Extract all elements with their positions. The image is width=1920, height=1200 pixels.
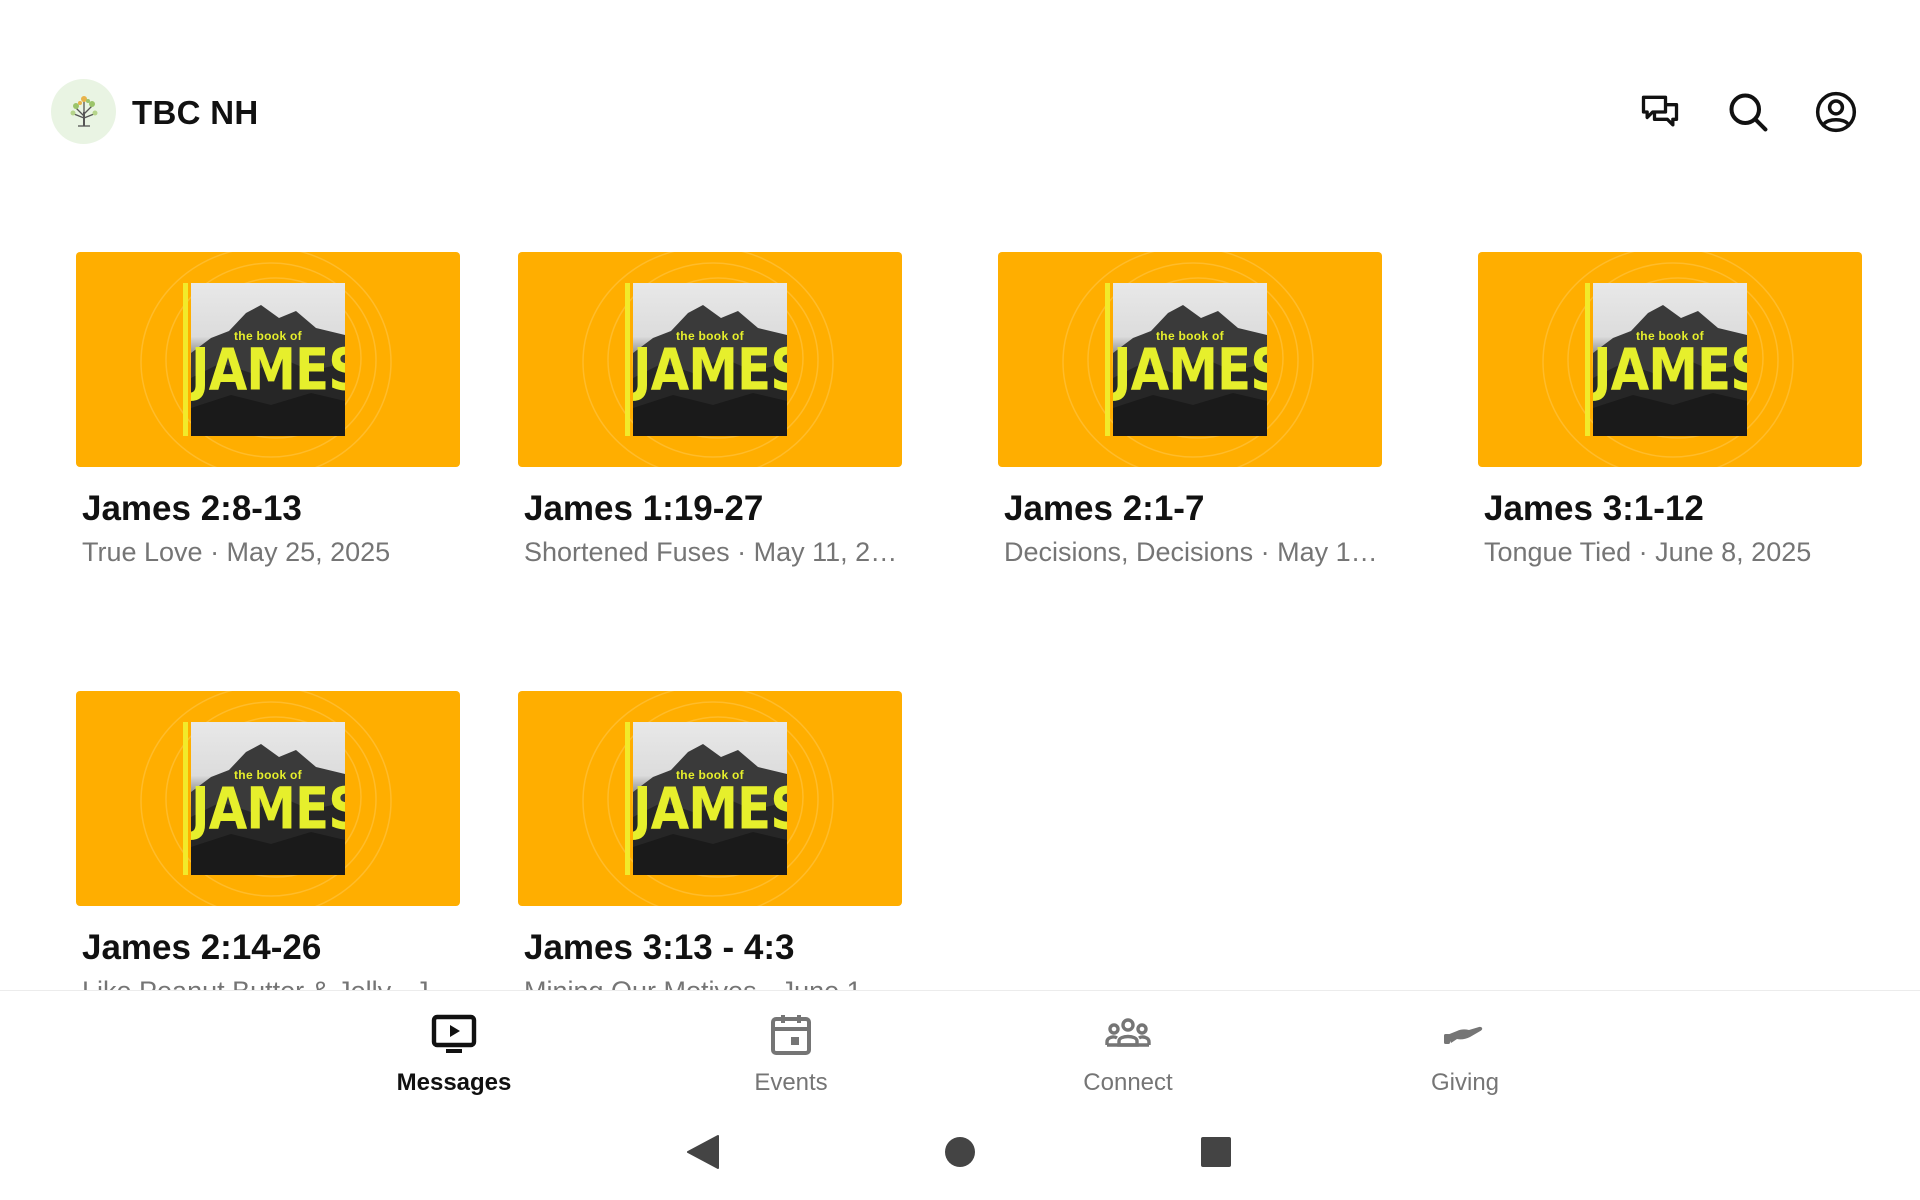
message-title: James 1:19-27	[524, 489, 764, 528]
book-cover: the book ofJAMES	[191, 722, 345, 875]
message-title: James 3:1-12	[1484, 489, 1704, 528]
cover-title: JAMES	[1593, 336, 1747, 404]
system-home-button[interactable]	[940, 1132, 980, 1172]
message-thumbnail: the book ofJAMES	[998, 252, 1382, 467]
message-card[interactable]: the book ofJAMES James 3:1-12 Tongue Tied …	[1478, 252, 1862, 568]
hand-icon	[1444, 1026, 1483, 1044]
message-subtitle: Like Peanut Butter & Jelly · June 1, 202…	[82, 976, 458, 990]
message-card[interactable]: the book ofJAMES James 1:19-27 Shortened F…	[518, 252, 902, 568]
message-thumbnail: the book ofJAMES	[76, 691, 460, 906]
nav-giving[interactable]: Giving	[1365, 1011, 1565, 1097]
system-recents-button[interactable]	[1196, 1132, 1236, 1172]
search-icon	[1729, 93, 1768, 132]
book-cover: the book ofJAMES	[191, 283, 345, 436]
message-thumbnail: the book ofJAMES	[1478, 252, 1862, 467]
nav-messages[interactable]: Messages	[354, 1011, 554, 1097]
message-thumbnail: the book ofJAMES	[76, 252, 460, 467]
account-button[interactable]	[1812, 88, 1860, 136]
nav-messages-label: Messages	[396, 1069, 512, 1096]
cover-title: JAMES	[1113, 336, 1267, 404]
cover-title: JAMES	[633, 336, 787, 404]
tree-logo-icon	[70, 95, 97, 127]
chat-icon	[1641, 95, 1679, 127]
message-card[interactable]: the book ofJAMES James 2:8-13 True Love · …	[76, 252, 460, 568]
message-thumbnail: the book ofJAMES	[518, 691, 902, 906]
cover-title: JAMES	[191, 336, 345, 404]
bottom-navigation: Messages Events Connect Giving	[0, 990, 1920, 1101]
people-icon	[1105, 1018, 1151, 1047]
message-card[interactable]: the book ofJAMES James 3:13 - 4:3 Mining O…	[518, 691, 902, 990]
cover-title: JAMES	[191, 775, 345, 843]
home-circle-icon	[945, 1137, 975, 1167]
message-title: James 2:1-7	[1004, 489, 1205, 528]
church-logo[interactable]	[51, 79, 116, 144]
tv-play-icon	[431, 1014, 477, 1053]
book-cover: the book ofJAMES	[1113, 283, 1267, 436]
cover-title: JAMES	[633, 775, 787, 843]
back-triangle-icon	[687, 1135, 719, 1169]
book-cover: the book ofJAMES	[633, 722, 787, 875]
message-subtitle: True Love · May 25, 2025	[82, 537, 391, 567]
nav-connect[interactable]: Connect	[1028, 1011, 1228, 1097]
search-button[interactable]	[1724, 88, 1772, 136]
book-spine	[625, 283, 630, 436]
message-subtitle: Decisions, Decisions · May 18, 2025	[1004, 537, 1380, 567]
message-subtitle: Tongue Tied · June 8, 2025	[1484, 537, 1812, 567]
book-spine	[183, 283, 188, 436]
message-subtitle: Mining Our Motives · June 15, 2025	[524, 976, 900, 990]
system-navigation-bar	[0, 1100, 1920, 1200]
message-title: James 3:13 - 4:3	[524, 928, 795, 967]
nav-connect-label: Connect	[1083, 1069, 1173, 1096]
message-card[interactable]: the book ofJAMES James 2:1-7 Decisions, De…	[998, 252, 1382, 568]
message-card[interactable]: the book ofJAMES James 2:14-26 Like Peanut…	[76, 691, 460, 990]
book-cover: the book ofJAMES	[1593, 283, 1747, 436]
messages-grid: the book ofJAMES James 2:8-13 True Love · …	[0, 252, 1920, 990]
book-spine	[625, 722, 630, 875]
book-spine	[183, 722, 188, 875]
book-cover: the book ofJAMES	[633, 283, 787, 436]
message-thumbnail: the book ofJAMES	[518, 252, 902, 467]
nav-events-label: Events	[754, 1069, 828, 1096]
account-icon	[1815, 91, 1857, 133]
message-subtitle: Shortened Fuses · May 11, 2025	[524, 537, 900, 567]
message-title: James 2:14-26	[82, 928, 322, 967]
calendar-icon	[771, 1015, 811, 1055]
recents-square-icon	[1201, 1137, 1231, 1167]
book-spine	[1105, 283, 1110, 436]
nav-events[interactable]: Events	[691, 1011, 891, 1097]
app-header: TBC NH	[0, 0, 1920, 180]
app-title: TBC NH	[132, 94, 259, 131]
message-title: James 2:8-13	[82, 489, 302, 528]
book-spine	[1585, 283, 1590, 436]
system-back-button[interactable]	[683, 1132, 723, 1172]
nav-giving-label: Giving	[1430, 1069, 1500, 1096]
chat-button[interactable]	[1636, 88, 1684, 136]
